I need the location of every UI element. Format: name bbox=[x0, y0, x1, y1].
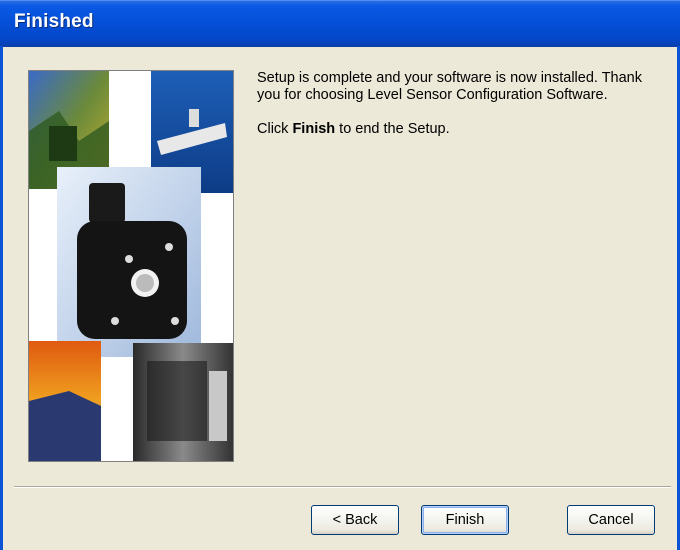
completion-text: Setup is complete and your software is n… bbox=[257, 70, 642, 103]
back-button[interactable]: < Back bbox=[311, 505, 399, 535]
completion-message: Setup is complete and your software is n… bbox=[257, 70, 657, 138]
window-title: Finished bbox=[14, 11, 94, 32]
finish-instruction: Click Finish to end the Setup. bbox=[257, 121, 450, 137]
window-frame-left bbox=[0, 46, 3, 550]
button-separator bbox=[14, 486, 671, 488]
title-bar: Finished bbox=[0, 0, 680, 47]
finish-keyword: Finish bbox=[292, 121, 336, 137]
setup-wizard-window: Finished Setup is complete and your soft… bbox=[0, 0, 680, 550]
cancel-button[interactable]: Cancel bbox=[567, 505, 655, 535]
product-collage-image bbox=[28, 70, 234, 462]
finish-button[interactable]: Finish bbox=[421, 505, 509, 535]
